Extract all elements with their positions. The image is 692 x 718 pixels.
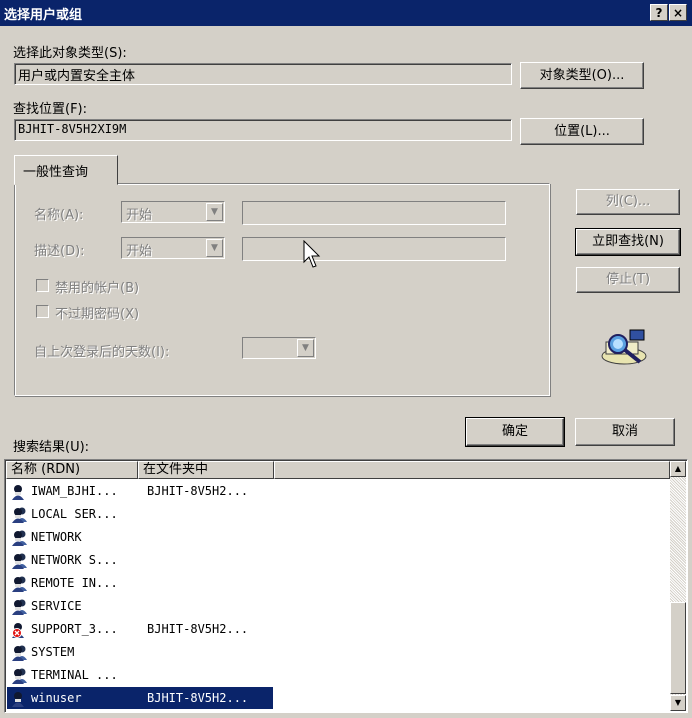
days-since-logon-select[interactable]: ▼: [242, 337, 316, 359]
table-row[interactable]: TERMINAL ...: [7, 664, 273, 686]
columns-button[interactable]: 列(C)...: [576, 189, 680, 215]
description-label: 描述(D):: [34, 244, 85, 259]
table-row[interactable]: NETWORK S...: [7, 549, 273, 571]
stop-button[interactable]: 停止(T): [576, 267, 680, 293]
scroll-down-button[interactable]: ▼: [670, 695, 686, 711]
table-row[interactable]: winuser BJHIT-8V5H2...: [7, 687, 273, 709]
results-list[interactable]: 名称 (RDN) 在文件夹中 IWAM_BJHI... BJHIT-8V5H2..…: [4, 459, 688, 713]
table-row[interactable]: SUPPORT_3... BJHIT-8V5H2...: [7, 618, 273, 640]
row-name: winuser: [31, 691, 82, 705]
object-type-field: 用户或内置安全主体: [14, 63, 512, 85]
table-row[interactable]: SYSTEM: [7, 641, 273, 663]
chevron-down-icon: ▼: [206, 239, 223, 257]
object-type-value: 用户或内置安全主体: [18, 69, 136, 84]
disabled-accounts-checkbox[interactable]: [36, 279, 49, 292]
column-header-folder[interactable]: 在文件夹中: [138, 461, 274, 479]
title-bar: 选择用户或组 ? ×: [0, 0, 692, 26]
scroll-thumb[interactable]: [670, 602, 686, 694]
days-since-logon-label: 自上次登录后的天数(I):: [34, 345, 170, 360]
row-name: LOCAL SER...: [31, 507, 118, 521]
ok-button[interactable]: 确定: [465, 417, 565, 447]
name-operator-select[interactable]: 开始 ▼: [121, 201, 225, 223]
close-button[interactable]: ×: [669, 4, 687, 21]
scroll-up-button[interactable]: ▲: [670, 461, 686, 477]
table-row[interactable]: REMOTE IN...: [7, 572, 273, 594]
chevron-down-icon: ▼: [206, 203, 223, 221]
non-expiring-password-checkbox[interactable]: [36, 305, 49, 318]
user-icon: [12, 485, 24, 500]
column-header-filler: [274, 461, 670, 479]
location-field: BJHIT-8V5H2XI9M: [14, 119, 512, 141]
non-expiring-password-label: 不过期密码(X): [55, 307, 140, 322]
user-group-icon: [12, 553, 27, 569]
user-group-icon: [12, 668, 27, 684]
table-row[interactable]: IWAM_BJHI... BJHIT-8V5H2...: [7, 480, 273, 502]
location-value: BJHIT-8V5H2XI9M: [18, 122, 127, 136]
name-input[interactable]: [242, 201, 506, 225]
description-operator-select[interactable]: 开始 ▼: [121, 237, 225, 259]
user-icon: [12, 692, 24, 707]
row-name: SERVICE: [31, 599, 82, 613]
name-operator-value: 开始: [126, 208, 153, 223]
mouse-cursor-icon: [303, 240, 321, 268]
user-group-icon: [12, 507, 27, 523]
row-folder: BJHIT-8V5H2...: [147, 622, 249, 636]
locations-button[interactable]: 位置(L)...: [520, 118, 644, 145]
description-input[interactable]: [242, 237, 506, 261]
help-button[interactable]: ?: [650, 4, 668, 21]
window-title: 选择用户或组: [4, 8, 83, 23]
description-operator-value: 开始: [126, 244, 153, 259]
table-row[interactable]: LOCAL SER...: [7, 503, 273, 525]
user-group-icon: [12, 599, 27, 615]
cancel-button[interactable]: 取消: [575, 418, 675, 446]
disabled-user-icon: [12, 623, 24, 638]
column-header-name[interactable]: 名称 (RDN): [6, 461, 138, 479]
results-label: 搜索结果(U):: [13, 440, 90, 455]
row-folder: BJHIT-8V5H2...: [147, 484, 249, 498]
row-name: TERMINAL ...: [31, 668, 118, 682]
tab-common-queries[interactable]: 一般性查询: [14, 155, 118, 185]
object-types-button[interactable]: 对象类型(O)...: [520, 62, 644, 89]
chevron-down-icon: ▼: [297, 339, 314, 357]
table-row[interactable]: SERVICE: [7, 595, 273, 617]
row-folder: BJHIT-8V5H2...: [147, 691, 249, 705]
search-users-icon: [601, 329, 647, 365]
row-name: SYSTEM: [31, 645, 75, 659]
name-label: 名称(A):: [34, 208, 84, 223]
object-type-label: 选择此对象类型(S):: [13, 46, 127, 61]
row-name: SUPPORT_3...: [31, 622, 118, 636]
user-group-icon: [12, 576, 27, 592]
vertical-scrollbar[interactable]: ▲ ▼: [670, 461, 686, 711]
row-name: REMOTE IN...: [31, 576, 118, 590]
row-name: NETWORK S...: [31, 553, 118, 567]
row-name: IWAM_BJHI...: [31, 484, 118, 498]
user-group-icon: [12, 645, 27, 661]
row-name: NETWORK: [31, 530, 82, 544]
disabled-accounts-label: 禁用的帐户(B): [55, 281, 140, 296]
tab-label: 一般性查询: [23, 165, 89, 180]
find-now-button[interactable]: 立即查找(N): [575, 228, 681, 256]
location-label: 查找位置(F):: [13, 102, 88, 117]
table-row[interactable]: NETWORK: [7, 526, 273, 548]
user-group-icon: [12, 530, 27, 546]
